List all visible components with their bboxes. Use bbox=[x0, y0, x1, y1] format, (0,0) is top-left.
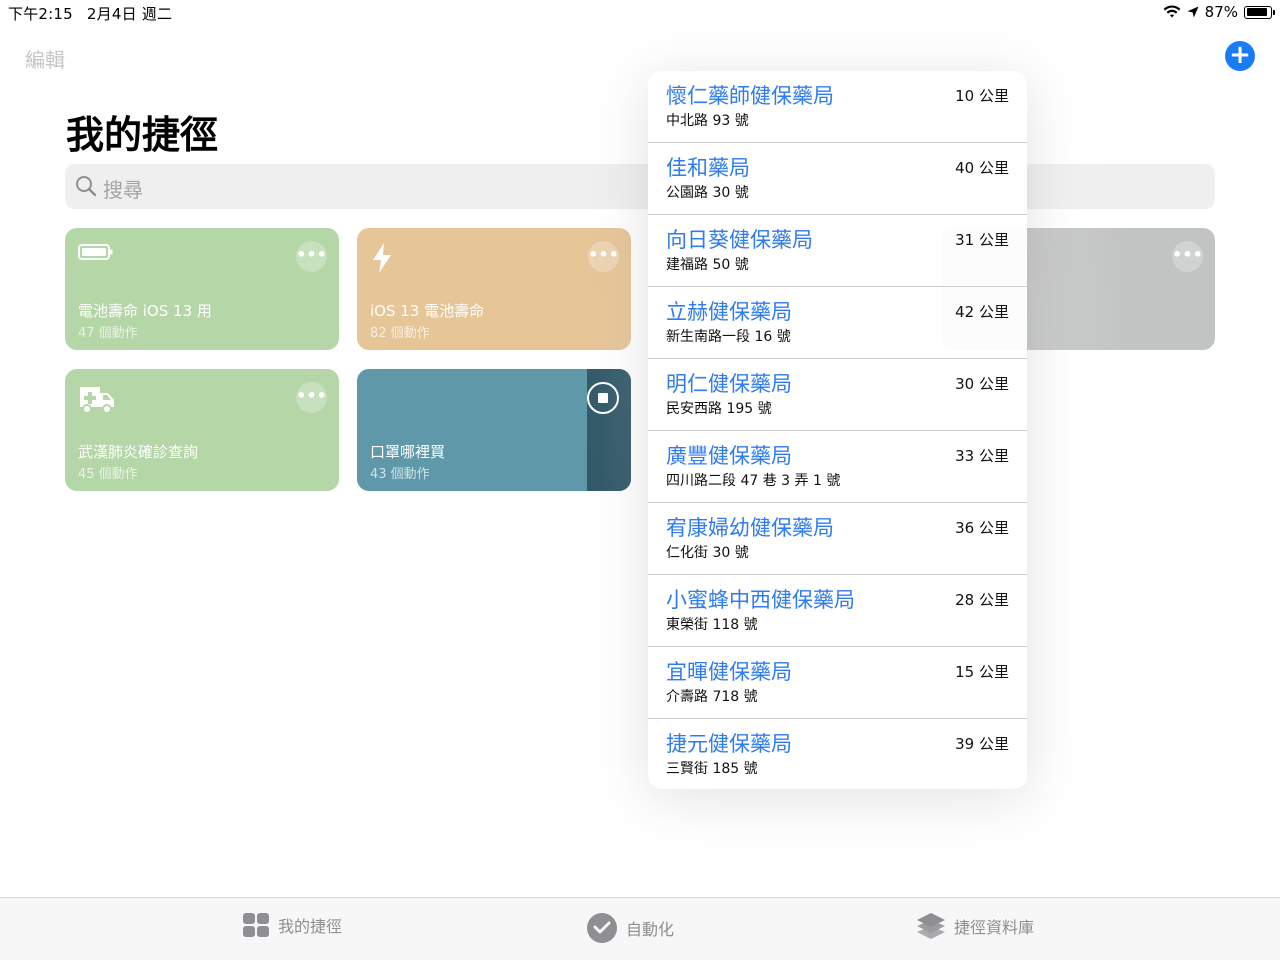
result-row[interactable]: 懷仁藥師健保藥局中北路 93 號 10 公里 bbox=[648, 71, 1027, 143]
pharmacy-distance: 39 公里 bbox=[955, 735, 1009, 753]
pharmacy-address: 民安西路 195 號 bbox=[666, 401, 772, 417]
shortcut-card-covid-query[interactable]: ••• 武漢肺炎確診查詢 45 個動作 bbox=[65, 369, 339, 491]
result-row[interactable]: 宜暉健保藥局介壽路 718 號 15 公里 bbox=[648, 647, 1027, 719]
shortcut-action-count: 82 個動作 bbox=[370, 326, 430, 341]
page-title: 我的捷徑 bbox=[66, 113, 219, 157]
ellipsis-icon: ••• bbox=[296, 386, 327, 405]
pharmacy-name: 向日葵健保藥局 bbox=[666, 228, 813, 252]
add-shortcut-button[interactable]: + bbox=[1225, 41, 1255, 71]
pharmacy-address: 三賢街 185 號 bbox=[666, 761, 758, 777]
result-row[interactable]: 明仁健保藥局民安西路 195 號 30 公里 bbox=[648, 359, 1027, 431]
pharmacy-distance: 15 公里 bbox=[955, 663, 1009, 681]
more-button[interactable]: ••• bbox=[1172, 241, 1203, 272]
pharmacy-name: 小蜜蜂中西健保藥局 bbox=[666, 588, 855, 612]
tab-my-shortcuts[interactable]: 我的捷徑 bbox=[242, 912, 342, 938]
more-button[interactable]: ••• bbox=[588, 241, 619, 272]
layers-icon bbox=[917, 913, 945, 939]
tab-gallery[interactable]: 捷徑資料庫 bbox=[916, 912, 1034, 940]
result-row[interactable]: 廣豐健保藥局四川路二段 47 巷 3 弄 1 號 33 公里 bbox=[648, 431, 1027, 503]
search-icon bbox=[76, 176, 97, 197]
pharmacy-name: 佳和藥局 bbox=[666, 156, 750, 180]
more-button[interactable]: ••• bbox=[296, 382, 327, 413]
result-row[interactable]: 立赫健保藥局新生南路一段 16 號 42 公里 bbox=[648, 287, 1027, 359]
result-row[interactable]: 佳和藥局公園路 30 號 40 公里 bbox=[648, 143, 1027, 215]
battery-percent: 87% bbox=[1204, 3, 1238, 21]
tab-label: 捷徑資料庫 bbox=[954, 918, 1035, 937]
ellipsis-icon: ••• bbox=[296, 245, 327, 264]
plus-icon: + bbox=[1229, 40, 1251, 70]
pharmacy-address: 介壽路 718 號 bbox=[666, 689, 758, 705]
pharmacy-name: 立赫健保藥局 bbox=[666, 300, 792, 324]
popover-arrow bbox=[632, 414, 648, 446]
shortcut-title: 武漢肺炎確診查詢 bbox=[78, 443, 199, 461]
wifi-icon bbox=[1163, 5, 1181, 18]
pharmacy-address: 東榮街 118 號 bbox=[666, 617, 758, 633]
grid-icon bbox=[243, 913, 269, 937]
pharmacy-name: 懷仁藥師健保藥局 bbox=[666, 84, 834, 108]
location-arrow-icon bbox=[1187, 6, 1199, 18]
ambulance-icon bbox=[80, 387, 114, 414]
bolt-icon bbox=[373, 243, 391, 273]
status-time: 下午2:15 bbox=[8, 5, 73, 23]
result-row[interactable]: 小蜜蜂中西健保藥局東榮街 118 號 28 公里 bbox=[648, 575, 1027, 647]
shortcut-card-ios13-battery[interactable]: ••• iOS 13 電池壽命 82 個動作 bbox=[357, 228, 631, 350]
pharmacy-distance: 36 公里 bbox=[955, 519, 1009, 537]
shortcut-title: 電池壽命 iOS 13 用 bbox=[78, 302, 212, 320]
more-button[interactable]: ••• bbox=[296, 241, 327, 272]
tab-bar: 我的捷徑 自動化 捷徑資料庫 bbox=[0, 897, 1280, 960]
pharmacy-address: 新生南路一段 16 號 bbox=[666, 329, 791, 345]
pharmacy-address: 仁化街 30 號 bbox=[666, 545, 749, 561]
result-row[interactable]: 宥康婦幼健保藥局仁化街 30 號 36 公里 bbox=[648, 503, 1027, 575]
battery-icon bbox=[1244, 5, 1275, 19]
result-row[interactable]: 向日葵健保藥局建福路 50 號 31 公里 bbox=[648, 215, 1027, 287]
pharmacy-distance: 28 公里 bbox=[955, 591, 1009, 609]
pharmacy-distance: 10 公里 bbox=[955, 87, 1009, 105]
shortcut-card-mask-where-to-buy[interactable]: 口罩哪裡買 43 個動作 bbox=[357, 369, 631, 491]
edit-button[interactable]: 編輯 bbox=[25, 44, 65, 73]
pharmacy-address: 公園路 30 號 bbox=[666, 185, 749, 201]
pharmacy-distance: 42 公里 bbox=[955, 303, 1009, 321]
pharmacy-name: 明仁健保藥局 bbox=[666, 372, 792, 396]
tab-automation[interactable]: 自動化 bbox=[586, 912, 674, 944]
status-date: 2月4日 週二 bbox=[86, 5, 173, 23]
tab-label: 自動化 bbox=[626, 920, 675, 939]
pharmacy-name: 宥康婦幼健保藥局 bbox=[666, 516, 834, 540]
pharmacy-address: 四川路二段 47 巷 3 弄 1 號 bbox=[666, 473, 841, 489]
stop-button[interactable] bbox=[587, 382, 619, 414]
shortcut-action-count: 45 個動作 bbox=[78, 467, 138, 482]
pharmacy-name: 廣豐健保藥局 bbox=[666, 444, 792, 468]
shortcut-title: 口罩哪裡買 bbox=[370, 443, 446, 461]
pharmacy-address: 建福路 50 號 bbox=[666, 257, 749, 273]
status-bar: 下午2:15 2月4日 週二 87% bbox=[0, 0, 1280, 24]
checkmark-circle-icon bbox=[587, 913, 617, 943]
pharmacy-distance: 40 公里 bbox=[955, 159, 1009, 177]
shortcut-action-count: 47 個動作 bbox=[78, 326, 138, 341]
pharmacy-results-popover: 懷仁藥師健保藥局中北路 93 號 10 公里佳和藥局公園路 30 號 40 公里向日… bbox=[648, 71, 1027, 789]
battery-icon bbox=[78, 244, 113, 260]
ellipsis-icon: ••• bbox=[588, 245, 619, 264]
pharmacy-distance: 31 公里 bbox=[955, 231, 1009, 249]
status-left: 下午2:15 2月4日 週二 bbox=[8, 3, 186, 24]
search-placeholder: 搜尋 bbox=[103, 178, 143, 202]
tab-label: 我的捷徑 bbox=[278, 917, 343, 936]
pharmacy-distance: 33 公里 bbox=[955, 447, 1009, 465]
shortcut-action-count: 43 個動作 bbox=[370, 467, 430, 482]
result-row[interactable]: 捷元健保藥局三賢街 185 號 39 公里 bbox=[648, 719, 1027, 789]
pharmacy-name: 宜暉健保藥局 bbox=[666, 660, 792, 684]
pharmacy-address: 中北路 93 號 bbox=[666, 113, 749, 129]
search-bar[interactable]: 搜尋 bbox=[65, 164, 1215, 209]
battery-level bbox=[1246, 8, 1267, 16]
status-right: 87% bbox=[1163, 3, 1275, 21]
ellipsis-icon: ••• bbox=[1172, 245, 1203, 264]
shortcut-title: iOS 13 電池壽命 bbox=[370, 302, 485, 320]
pharmacy-distance: 30 公里 bbox=[955, 375, 1009, 393]
pharmacy-name: 捷元健保藥局 bbox=[666, 732, 792, 756]
shortcut-card-battery-ios13[interactable]: ••• 電池壽命 iOS 13 用 47 個動作 bbox=[65, 228, 339, 350]
